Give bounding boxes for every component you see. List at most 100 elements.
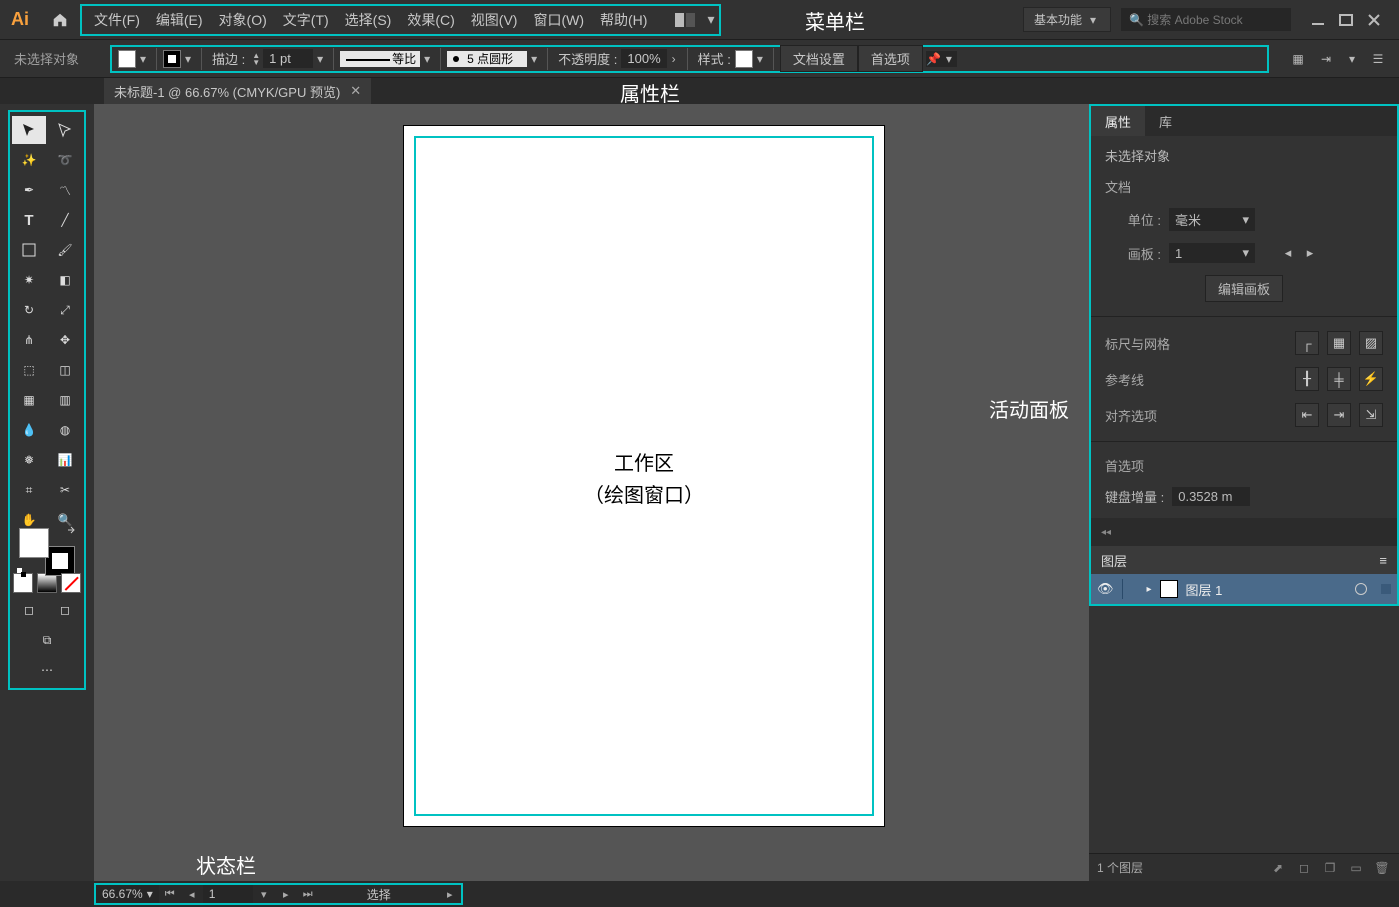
eyedropper-tool[interactable]: 💧 xyxy=(12,416,46,444)
kb-increment-value[interactable]: 0.3528 m xyxy=(1172,487,1250,506)
blend-tool[interactable]: ◍ xyxy=(48,416,82,444)
eraser-tool[interactable]: ◧ xyxy=(48,266,82,294)
selection-tool[interactable] xyxy=(12,116,46,144)
edit-toolbar[interactable]: ⋯ xyxy=(12,656,82,684)
slice-tool[interactable]: ✂ xyxy=(48,476,82,504)
menu-edit[interactable]: 编辑(E) xyxy=(148,10,211,30)
layer-row[interactable]: 👁 ▸ 图层 1 xyxy=(1091,574,1397,604)
snap-point-icon[interactable]: ⇤ xyxy=(1295,403,1319,427)
grid-icon[interactable]: ▦ xyxy=(1327,331,1351,355)
visibility-icon[interactable]: 👁 xyxy=(1097,581,1114,597)
edit-artboards-button[interactable]: 编辑画板 xyxy=(1205,275,1283,302)
direct-selection-tool[interactable] xyxy=(48,116,82,144)
symbol-sprayer-tool[interactable]: ❅ xyxy=(12,446,46,474)
menu-effect[interactable]: 效果(C) xyxy=(399,10,462,30)
color-none[interactable] xyxy=(61,573,81,593)
next-artboard-icon[interactable]: ▸ xyxy=(1303,245,1317,261)
stroke-weight-value[interactable]: 1 pt xyxy=(263,49,313,68)
menu-file[interactable]: 文件(F) xyxy=(86,10,148,30)
list-icon[interactable]: ☰ xyxy=(1369,50,1387,68)
chevron-down-icon[interactable]: ▾ xyxy=(136,52,150,66)
column-graph-tool[interactable]: 📊 xyxy=(48,446,82,474)
menu-select[interactable]: 选择(S) xyxy=(337,10,400,30)
artboard-index[interactable]: 1 xyxy=(203,885,253,903)
profile-preview[interactable]: 等比 xyxy=(340,51,420,67)
chevron-right-icon[interactable]: › xyxy=(667,52,681,66)
chevron-down-icon[interactable]: ▾ xyxy=(699,11,715,28)
draw-normal[interactable]: ◻ xyxy=(12,596,46,624)
rectangle-tool[interactable] xyxy=(12,236,46,264)
style-swatch[interactable] xyxy=(735,50,753,68)
new-layer-icon[interactable]: ▭ xyxy=(1347,859,1365,877)
chevron-down-icon[interactable]: ▾ xyxy=(1345,52,1359,66)
smart-guide-icon[interactable]: ⚡ xyxy=(1359,367,1383,391)
maximize-icon[interactable] xyxy=(1339,13,1353,27)
arrange-docs-icon[interactable] xyxy=(671,13,699,27)
stroke-weight-stepper[interactable]: ▲▼ xyxy=(249,52,263,66)
curvature-tool[interactable]: 〽 xyxy=(48,176,82,204)
close-icon[interactable] xyxy=(1367,13,1381,27)
guide-lock-icon[interactable]: ╪ xyxy=(1327,367,1351,391)
guide-show-icon[interactable]: ╂ xyxy=(1295,367,1319,391)
screen-mode[interactable]: ⧉ xyxy=(12,626,82,654)
transform-icon[interactable]: ⇥ xyxy=(1317,50,1335,68)
snap-pixel-icon[interactable]: ⇥ xyxy=(1327,403,1351,427)
layers-tab[interactable]: 图层 xyxy=(1101,551,1127,570)
align-icon[interactable]: ▦ xyxy=(1289,50,1307,68)
snap-grid-icon[interactable]: ⇲ xyxy=(1359,403,1383,427)
chevron-down-icon[interactable]: ▾ xyxy=(420,52,434,66)
current-tool-label[interactable]: 选择 xyxy=(319,886,439,903)
shaper-tool[interactable]: ✷ xyxy=(12,266,46,294)
layer-name[interactable]: 图层 1 xyxy=(1186,580,1223,599)
lasso-tool[interactable]: ➰ xyxy=(48,146,82,174)
transparency-grid-icon[interactable]: ▨ xyxy=(1359,331,1383,355)
artboard-dd-icon[interactable]: ▾ xyxy=(253,885,275,903)
line-tool[interactable]: ╱ xyxy=(48,206,82,234)
tab-libraries[interactable]: 库 xyxy=(1145,106,1186,136)
canvas-area[interactable]: 工作区 （绘图窗口） 活动面板 xyxy=(94,104,1089,881)
menu-object[interactable]: 对象(O) xyxy=(211,10,275,30)
zoom-value[interactable]: 66.67%▾ xyxy=(96,885,159,903)
width-tool[interactable]: ⋔ xyxy=(12,326,46,354)
target-icon[interactable] xyxy=(1355,583,1367,595)
expand-icon[interactable]: ▸ xyxy=(1147,584,1152,595)
prev-artboard-icon[interactable]: ◂ xyxy=(1281,245,1295,261)
minimize-icon[interactable] xyxy=(1311,13,1325,27)
ruler-icon[interactable]: ┌ xyxy=(1295,331,1319,355)
type-tool[interactable]: T xyxy=(12,206,46,234)
prev-artboard-icon[interactable]: ◂ xyxy=(181,885,203,903)
workspace-switcher[interactable]: 基本功能 ▾ xyxy=(1023,7,1111,32)
menu-type[interactable]: 文字(T) xyxy=(275,10,337,30)
new-sublayer-icon[interactable]: ❐ xyxy=(1321,859,1339,877)
status-menu-icon[interactable]: ▸ xyxy=(439,885,461,903)
fill-swatch[interactable] xyxy=(118,50,136,68)
chevron-down-icon[interactable]: ▾ xyxy=(313,52,327,66)
make-clip-icon[interactable]: ◻ xyxy=(1295,859,1313,877)
search-input[interactable]: 🔍 搜索 Adobe Stock xyxy=(1121,8,1291,31)
artboard-select[interactable]: 1▾ xyxy=(1169,243,1255,263)
menu-view[interactable]: 视图(V) xyxy=(463,10,526,30)
magic-wand-tool[interactable]: ✨ xyxy=(12,146,46,174)
menu-help[interactable]: 帮助(H) xyxy=(592,10,655,30)
document-tab[interactable]: 未标题-1 @ 66.67% (CMYK/GPU 预览) ✕ xyxy=(104,78,371,104)
mesh-tool[interactable]: ▦ xyxy=(12,386,46,414)
perspective-tool[interactable]: ◫ xyxy=(48,356,82,384)
fill-stroke-control[interactable] xyxy=(12,536,82,564)
tab-properties[interactable]: 属性 xyxy=(1091,106,1145,136)
brush-preview[interactable]: 5 点圆形 xyxy=(447,51,527,67)
menu-window[interactable]: 窗口(W) xyxy=(525,10,592,30)
locate-icon[interactable]: ⬈ xyxy=(1269,859,1287,877)
last-artboard-icon[interactable]: ⏭ xyxy=(297,885,319,903)
panel-menu-icon[interactable]: ≡ xyxy=(1379,553,1387,568)
pen-tool[interactable]: ✒ xyxy=(12,176,46,204)
doc-setup-button[interactable]: 文档设置 xyxy=(780,45,858,72)
close-tab-icon[interactable]: ✕ xyxy=(350,83,361,99)
free-transform-tool[interactable]: ✥ xyxy=(48,326,82,354)
home-icon[interactable] xyxy=(40,0,80,40)
delete-layer-icon[interactable]: 🗑 xyxy=(1373,859,1391,877)
first-artboard-icon[interactable]: ⏮ xyxy=(159,885,181,903)
isolate-button[interactable]: 📌 ▾ xyxy=(927,51,957,67)
paintbrush-tool[interactable]: 🖌 xyxy=(48,236,82,264)
scale-tool[interactable]: ⤢ xyxy=(48,296,82,324)
stroke-swatch[interactable] xyxy=(163,50,181,68)
